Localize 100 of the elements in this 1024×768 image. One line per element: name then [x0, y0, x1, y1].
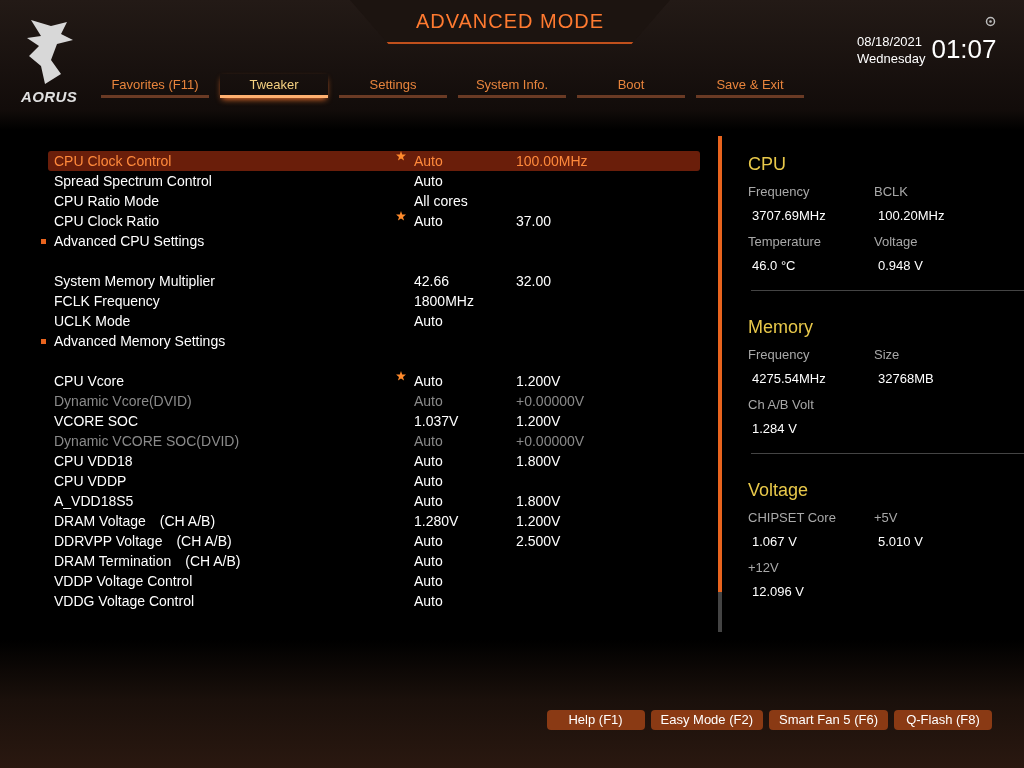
setting-row[interactable]: VDDG Voltage Control Auto: [48, 591, 700, 611]
date-text: 08/18/2021: [857, 32, 924, 50]
setting-row[interactable]: CPU Vcore Auto 1.200V: [48, 371, 700, 391]
setting-row[interactable]: Advanced CPU Settings: [48, 231, 700, 251]
current-value: 1.200V: [516, 411, 561, 431]
stat-label: +12V: [748, 559, 780, 577]
function-key-button[interactable]: Smart Fan 5 (F6): [769, 710, 888, 730]
setting-value[interactable]: 1.037V: [414, 410, 516, 432]
settings-icon[interactable]: [985, 16, 996, 27]
setting-row[interactable]: VCORE SOC 1.037V 1.200V: [48, 411, 700, 431]
current-value: 100.00MHz: [516, 151, 588, 171]
setting-row[interactable]: DDRVPP Voltage (CH A/B) Auto 2.500V: [48, 531, 700, 551]
channel-label: (CH A/B): [176, 531, 232, 551]
stat-value: 46.0 °C: [751, 257, 797, 275]
stat-value: 5.010 V: [877, 533, 924, 551]
setting-value[interactable]: Auto: [414, 450, 516, 472]
submenu-marker-icon: [41, 239, 46, 244]
setting-row[interactable]: CPU Clock Ratio Auto 37.00: [48, 211, 700, 231]
setting-label: Dynamic VCORE SOC(DVID): [54, 431, 240, 451]
stat-label: Frequency: [748, 183, 811, 201]
current-value: 37.00: [516, 211, 552, 231]
menu-tab[interactable]: Save & Exit: [696, 74, 804, 98]
setting-row[interactable]: System Memory Multiplier 42.66 32.00: [48, 271, 700, 291]
current-value: 1.200V: [516, 371, 561, 391]
setting-value[interactable]: Auto: [414, 150, 516, 172]
stat-label: +5V: [874, 509, 899, 527]
submenu-marker-icon: [41, 339, 46, 344]
setting-row[interactable]: Advanced Memory Settings: [48, 331, 700, 351]
setting-value[interactable]: 1800MHz: [414, 290, 516, 312]
menu-tab[interactable]: Favorites (F11): [101, 74, 209, 98]
setting-label: System Memory Multiplier: [54, 271, 216, 291]
setting-label: UCLK Mode: [54, 311, 131, 331]
setting-row[interactable]: UCLK Mode Auto: [48, 311, 700, 331]
setting-label: DDRVPP Voltage: [54, 531, 163, 551]
section-heading: CPU: [748, 153, 787, 176]
stat-value: 4275.54MHz: [751, 370, 827, 388]
menu-tab[interactable]: Settings: [339, 74, 447, 98]
stat-value: 1.284 V: [751, 420, 798, 438]
setting-row[interactable]: A_VDD18S5 Auto 1.800V: [48, 491, 700, 511]
setting-row[interactable]: CPU VDDP Auto: [48, 471, 700, 491]
setting-value[interactable]: Auto: [414, 550, 516, 572]
setting-label: CPU VDDP: [54, 471, 127, 491]
stat-label: BCLK: [874, 183, 909, 201]
setting-value[interactable]: 42.66: [414, 270, 516, 292]
setting-row[interactable]: VDDP Voltage Control Auto: [48, 571, 700, 591]
setting-label: VDDG Voltage Control: [54, 591, 195, 611]
setting-row[interactable]: CPU Ratio Mode All cores: [48, 191, 700, 211]
setting-label: CPU Clock Control: [54, 151, 172, 171]
setting-value[interactable]: Auto: [414, 210, 516, 232]
setting-value[interactable]: Auto: [414, 170, 516, 192]
setting-value[interactable]: Auto: [414, 570, 516, 592]
channel-label: (CH A/B): [159, 511, 216, 531]
setting-label: DRAM Voltage: [54, 511, 146, 531]
setting-row[interactable]: DRAM Voltage (CH A/B) 1.280V 1.200V: [48, 511, 700, 531]
page-title: ADVANCED MODE: [415, 9, 605, 34]
clock-time: 01:07: [931, 33, 997, 66]
stat-label: Size: [874, 346, 901, 364]
stat-value: 3707.69MHz: [751, 207, 827, 225]
selected-row[interactable]: CPU Clock Control Auto 100.00MHz: [48, 151, 700, 171]
stat-value: 12.096 V: [751, 583, 806, 601]
current-value: 32.00: [516, 271, 552, 291]
current-value: +0.00000V: [516, 431, 585, 451]
current-value: +0.00000V: [516, 391, 585, 411]
setting-row[interactable]: DRAM Termination (CH A/B) Auto: [48, 551, 700, 571]
setting-label: CPU VDD18: [54, 451, 133, 471]
menu-tab[interactable]: Tweaker: [220, 74, 328, 98]
current-value: 1.200V: [516, 511, 561, 531]
setting-row[interactable]: CPU VDD18 Auto 1.800V: [48, 451, 700, 471]
weekday-text: Wednesday: [857, 49, 926, 67]
setting-value[interactable]: 1.280V: [414, 510, 516, 532]
section-heading: Voltage: [748, 479, 810, 502]
setting-row[interactable]: FCLK Frequency 1800MHz: [48, 291, 700, 311]
stat-label: Frequency: [748, 346, 811, 364]
setting-label: CPU Clock Ratio: [54, 211, 160, 231]
function-key-button[interactable]: Q-Flash (F8): [894, 710, 992, 730]
setting-row[interactable]: Spread Spectrum Control Auto: [48, 171, 700, 191]
stat-value: 32768MB: [877, 370, 935, 388]
setting-label: CPU Vcore: [54, 371, 125, 391]
function-key-button[interactable]: Help (F1): [546, 710, 645, 730]
current-value: 1.800V: [516, 491, 561, 511]
setting-value[interactable]: Auto: [414, 370, 516, 392]
menu-tab[interactable]: Boot: [577, 74, 685, 98]
setting-value[interactable]: Auto: [414, 590, 516, 612]
setting-value[interactable]: Auto: [414, 530, 516, 552]
setting-value[interactable]: Auto: [414, 470, 516, 492]
current-value: 2.500V: [516, 531, 561, 551]
stat-label: Temperature: [748, 233, 822, 251]
logo-text: AORUS: [20, 87, 77, 107]
menu-tab[interactable]: System Info.: [458, 74, 566, 98]
setting-label: VDDP Voltage Control: [54, 571, 193, 591]
current-value: 1.800V: [516, 451, 561, 471]
function-key-button[interactable]: Easy Mode (F2): [650, 710, 764, 730]
setting-value[interactable]: Auto: [414, 490, 516, 512]
setting-value[interactable]: Auto: [414, 310, 516, 332]
setting-label: Dynamic Vcore(DVID): [54, 391, 192, 411]
stat-label: CHIPSET Core: [748, 509, 837, 527]
setting-label: CPU Ratio Mode: [54, 191, 160, 211]
setting-label: DRAM Termination: [54, 551, 172, 571]
setting-value[interactable]: All cores: [414, 190, 516, 212]
stat-value: 100.20MHz: [877, 207, 946, 225]
